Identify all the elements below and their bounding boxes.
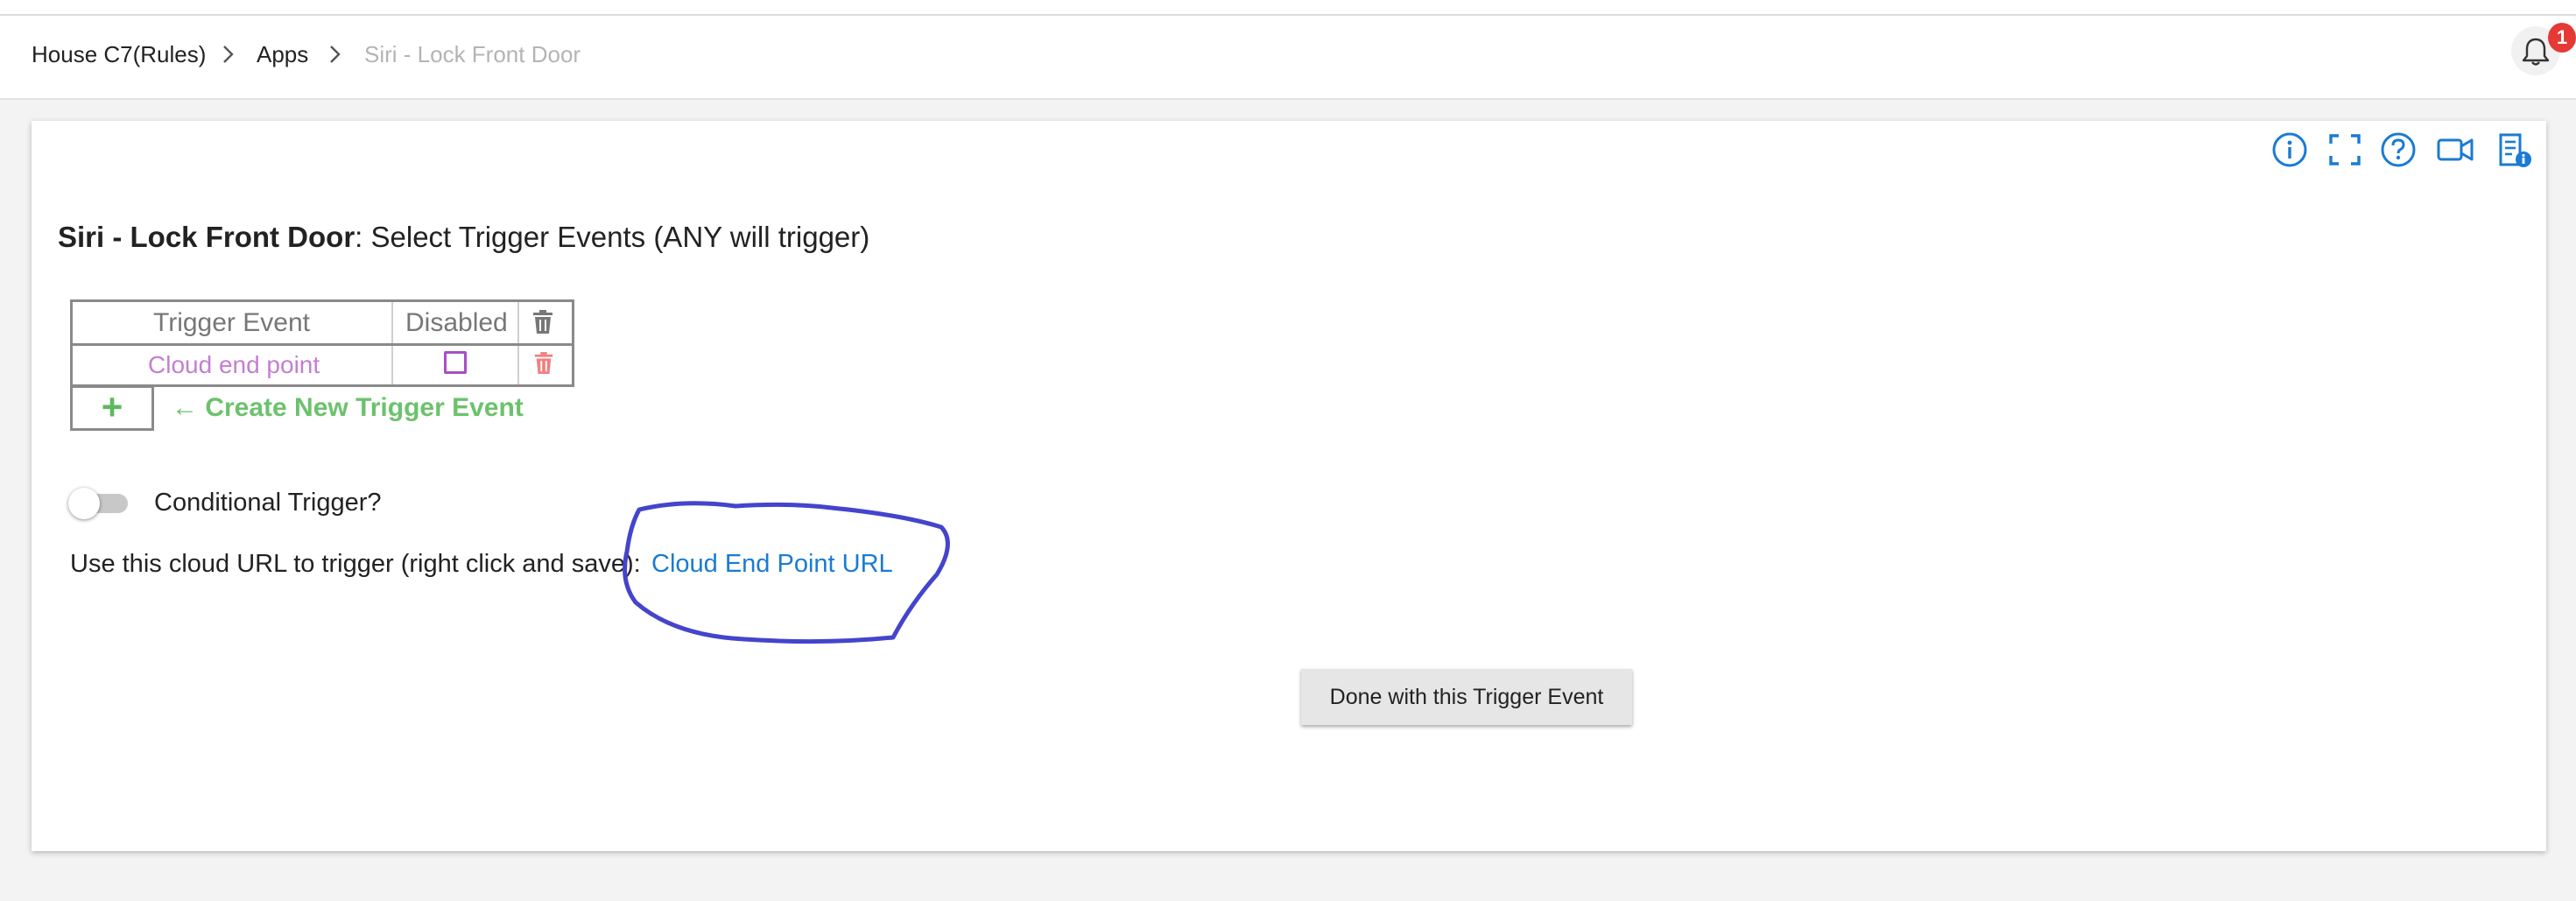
trigger-events-table: Trigger Event Disabled Cloud end point	[70, 299, 574, 387]
trigger-event-cell[interactable]: Cloud end point	[148, 349, 320, 381]
fullscreen-icon[interactable]	[2325, 130, 2365, 170]
cloud-url-description: Use this cloud URL to trigger (right cli…	[70, 550, 641, 578]
disabled-checkbox[interactable]	[444, 351, 467, 374]
video-icon[interactable]	[2435, 130, 2475, 170]
done-button[interactable]: Done with this Trigger Event	[1301, 669, 1632, 725]
app-name: Siri - Lock Front Door	[58, 221, 355, 253]
header-disabled: Disabled	[405, 308, 508, 337]
title-description: : Select Trigger Events (ANY will trigge…	[355, 221, 870, 253]
breadcrumb-home[interactable]: House C7(Rules)	[32, 40, 206, 68]
help-icon[interactable]	[2378, 130, 2418, 170]
header-trigger-event: Trigger Event	[153, 308, 310, 337]
chevron-right-icon	[223, 46, 234, 63]
delete-row-icon[interactable]	[533, 351, 554, 376]
notification-badge: 1	[2548, 23, 2576, 53]
create-new-trigger-link[interactable]: ← Create New Trigger Event	[172, 391, 524, 426]
page-title: Siri - Lock Front Door: Select Trigger E…	[58, 219, 869, 256]
toggle-thumb[interactable]	[68, 488, 100, 519]
breadcrumb-apps[interactable]: Apps	[257, 40, 308, 68]
trash-icon[interactable]	[531, 309, 554, 335]
add-trigger-button[interactable]: +	[70, 385, 154, 431]
top-bar	[0, 0, 2576, 16]
chevron-right-icon	[330, 46, 341, 63]
cloud-endpoint-link[interactable]: Cloud End Point URL	[651, 546, 893, 581]
conditional-trigger-label: Conditional Trigger?	[154, 489, 382, 517]
breadcrumb-current: Siri - Lock Front Door	[364, 41, 581, 67]
info-icon[interactable]	[2270, 130, 2310, 170]
app-info-icon[interactable]	[2494, 130, 2534, 170]
row-divider	[73, 343, 572, 346]
bell-icon	[2522, 38, 2550, 66]
